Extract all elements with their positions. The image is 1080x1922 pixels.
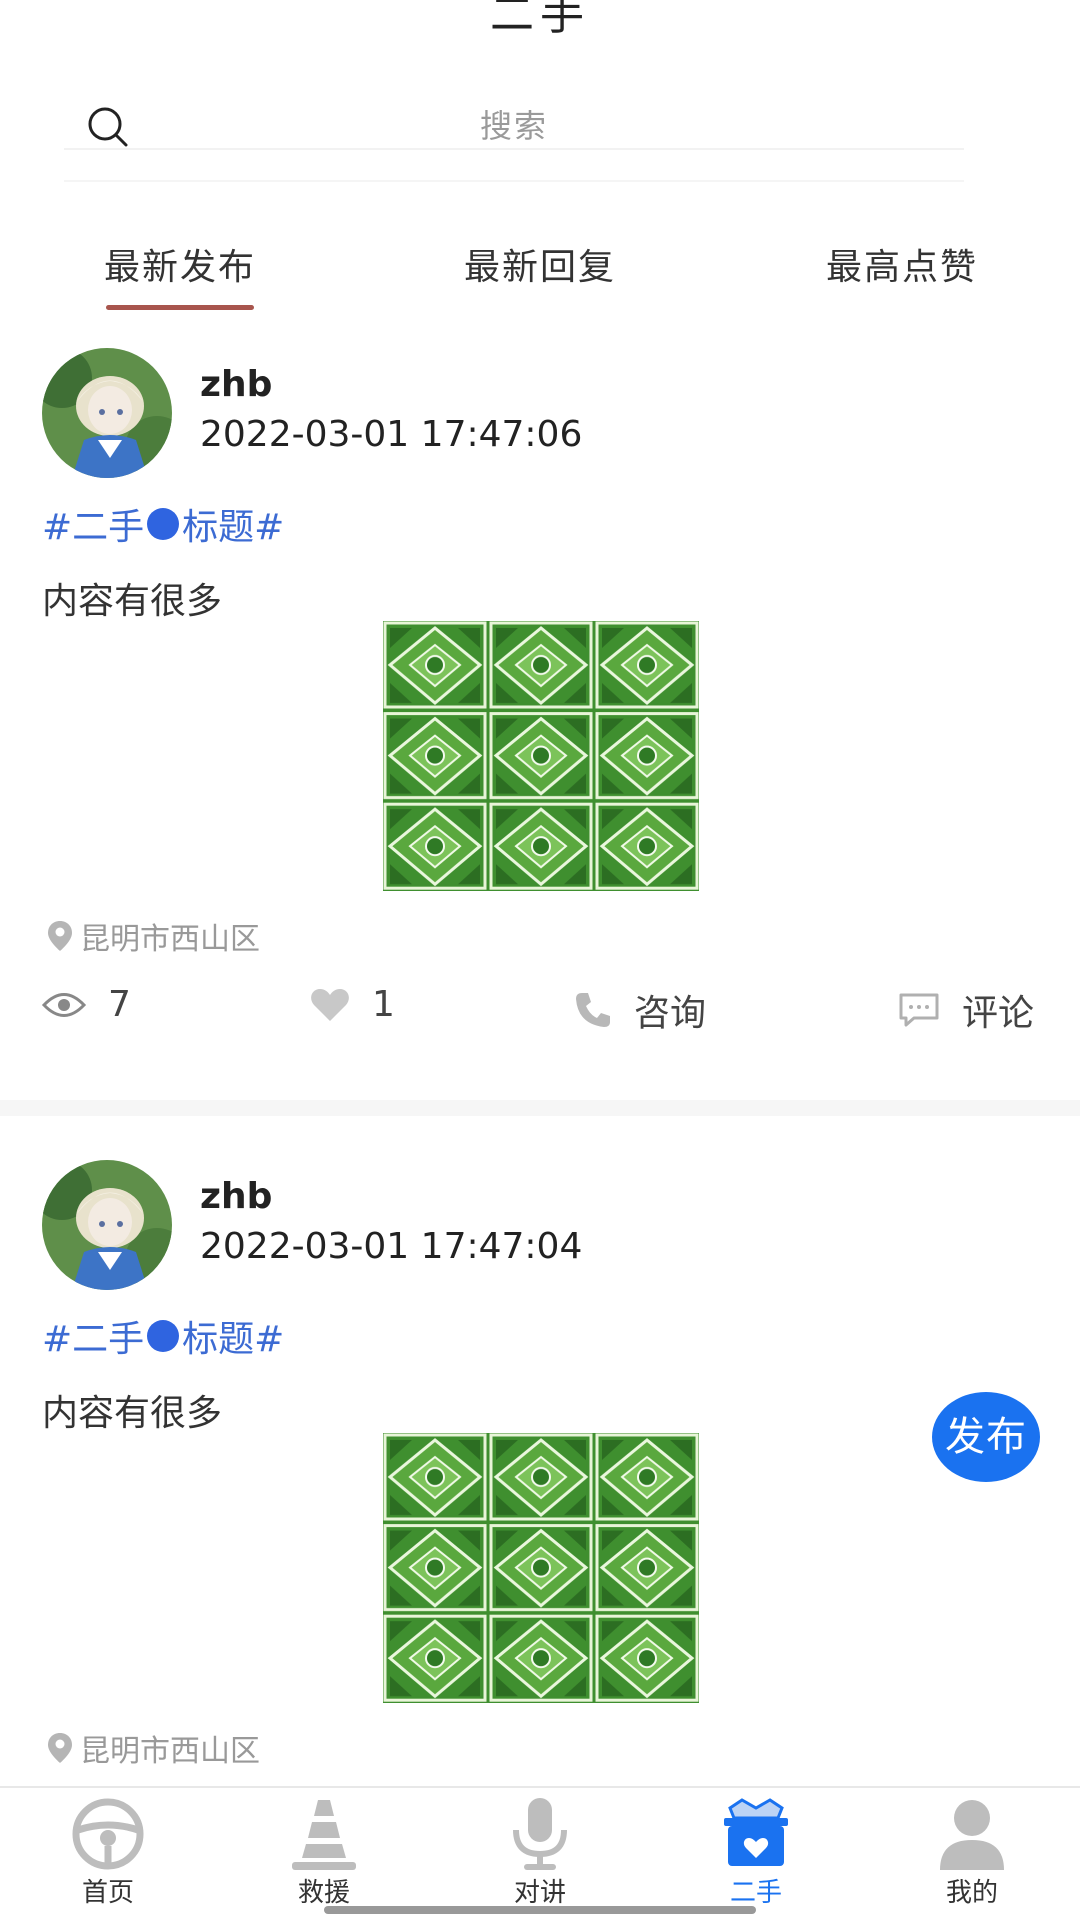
- topic-suffix: 标题#: [182, 507, 285, 548]
- post-content: 内容有很多: [42, 1393, 223, 1434]
- post-card[interactable]: zhb 2022-03-01 17:47:04 #二手 标题# 内容有很多 昆明…: [0, 1160, 1080, 1780]
- location-text: 昆明市西山区: [80, 922, 260, 957]
- post-timestamp: 2022-03-01 17:47:06: [200, 414, 583, 455]
- active-tab-indicator: [106, 305, 254, 310]
- publish-button[interactable]: 发布: [932, 1392, 1040, 1482]
- like-button[interactable]: 1: [310, 984, 395, 1025]
- eye-icon: [42, 992, 86, 1017]
- location-pin-icon: [48, 921, 72, 951]
- nav-label: 二手: [729, 1878, 782, 1908]
- nav-item-secondhand[interactable]: 二手: [648, 1788, 864, 1922]
- traffic-cone-icon: [292, 1800, 356, 1870]
- tab-latest-replies[interactable]: 最新回复: [410, 238, 670, 290]
- location-pin-icon: [48, 1733, 72, 1763]
- nav-label: 对讲: [513, 1878, 566, 1908]
- consult-button[interactable]: 咨询: [574, 984, 706, 1036]
- post-image[interactable]: [382, 1432, 700, 1704]
- location-text: 昆明市西山区: [80, 1734, 260, 1769]
- home-indicator[interactable]: [324, 1906, 756, 1914]
- username[interactable]: zhb: [200, 364, 272, 405]
- topic-dot-icon: [147, 1320, 180, 1352]
- topic-dot-icon: [147, 508, 180, 540]
- views-count: 7: [42, 984, 131, 1025]
- avatar[interactable]: [42, 348, 172, 478]
- avatar[interactable]: [42, 1160, 172, 1290]
- likes-value: 1: [372, 984, 395, 1025]
- post-image[interactable]: [382, 620, 700, 892]
- comment-icon: [899, 993, 939, 1027]
- nav-item-mine[interactable]: 我的: [864, 1788, 1080, 1922]
- post-location: 昆明市西山区: [48, 1726, 260, 1770]
- tab-latest-posts[interactable]: 最新发布: [50, 238, 310, 290]
- topic-tag[interactable]: #二手 标题#: [42, 1310, 284, 1362]
- post-actions: 7 1 咨询 评论: [0, 984, 1080, 1044]
- user-icon: [940, 1800, 1004, 1870]
- search-input[interactable]: 搜索: [64, 101, 964, 147]
- post-timestamp: 2022-03-01 17:47:04: [200, 1226, 583, 1267]
- phone-icon: [576, 993, 610, 1027]
- post-card[interactable]: zhb 2022-03-01 17:47:06 #二手 标题# 内容有很多 昆明…: [0, 348, 1080, 1088]
- views-value: 7: [108, 984, 131, 1025]
- post-location: 昆明市西山区: [48, 914, 260, 958]
- divider: [64, 148, 964, 150]
- nav-item-home[interactable]: 首页: [0, 1788, 216, 1922]
- heart-icon: [311, 988, 349, 1021]
- topic-tag[interactable]: #二手 标题#: [42, 498, 284, 550]
- nav-label: 我的: [945, 1878, 998, 1908]
- post-divider: [0, 1100, 1080, 1116]
- username[interactable]: zhb: [200, 1176, 272, 1217]
- bottom-nav: 首页 救援 对讲 二手 我的: [0, 1786, 1080, 1922]
- nav-item-rescue[interactable]: 救援: [216, 1788, 432, 1922]
- comment-label: 评论: [962, 993, 1035, 1034]
- page-title: 二手: [490, 0, 590, 40]
- divider: [64, 180, 964, 182]
- nav-item-intercom[interactable]: 对讲: [432, 1788, 648, 1922]
- consult-label: 咨询: [634, 993, 707, 1034]
- comment-button[interactable]: 评论: [898, 984, 1034, 1036]
- heart-box-icon: [724, 1798, 788, 1866]
- topic-suffix: 标题#: [182, 1319, 285, 1360]
- topic-prefix: #二手: [42, 507, 145, 548]
- nav-label: 救援: [297, 1878, 350, 1908]
- nav-label: 首页: [81, 1878, 134, 1908]
- microphone-icon: [513, 1798, 567, 1870]
- search-bar[interactable]: 搜索: [64, 95, 964, 151]
- steering-wheel-icon: [72, 1798, 144, 1870]
- tab-most-liked[interactable]: 最高点赞: [772, 238, 1032, 290]
- topic-prefix: #二手: [42, 1319, 145, 1360]
- post-content: 内容有很多: [42, 581, 223, 622]
